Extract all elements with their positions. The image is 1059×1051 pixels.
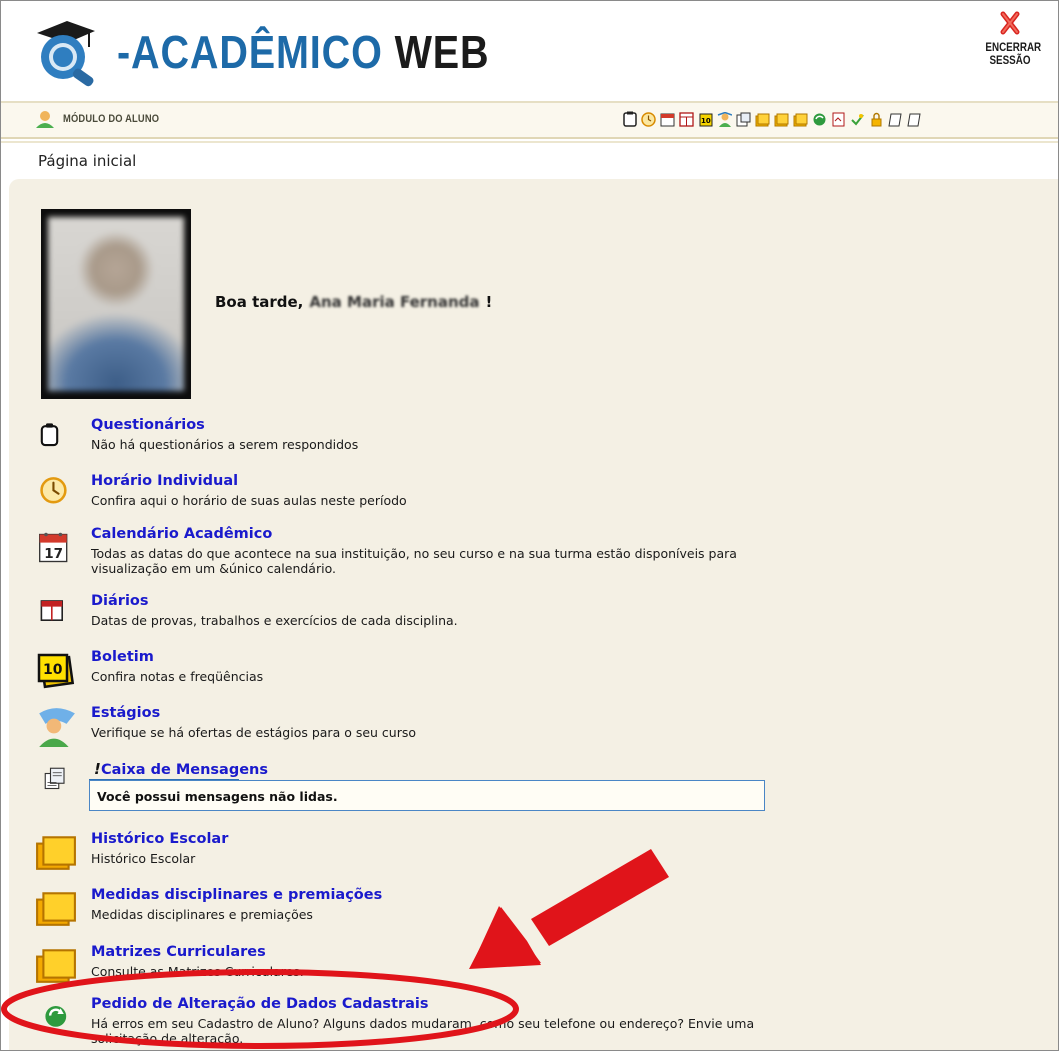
toolbar-calendar-icon[interactable] [660, 110, 675, 128]
toolbar-folder-icon[interactable] [774, 110, 789, 128]
calendar-day: 17 [44, 546, 63, 562]
clipboard-icon [40, 423, 59, 447]
toolbar-checkmark-icon[interactable] [850, 110, 865, 128]
menu-desc-pedido-alteracao: Há erros em seu Cadastro de Aluno? Algun… [91, 1016, 755, 1046]
menu-link-calendario[interactable]: Calendário Acadêmico [91, 526, 272, 542]
toolbar-report-icon[interactable] [831, 110, 846, 128]
menu-desc-horario: Confira aqui o horário de suas aulas nes… [91, 493, 407, 508]
divider [1, 141, 1058, 143]
unread-alert-icon: ! [94, 760, 101, 778]
menu-desc-questionarios: Não há questionários a serem respondidos [91, 437, 359, 452]
menu-link-boletim[interactable]: Boletim [91, 649, 154, 665]
menu-desc-medidas: Medidas disciplinares e premiações [91, 907, 313, 922]
unread-messages-notice[interactable]: Você possui mensagens não lidas. [89, 780, 765, 811]
quick-toolbar: 10 [622, 110, 922, 128]
logout-label: ENCERRAR SESSÃO [985, 40, 1042, 67]
folder-icon [36, 892, 76, 926]
folder-icon [36, 949, 76, 983]
diary-icon [40, 600, 63, 621]
greeting-prefix: Boa tarde, [215, 293, 304, 311]
student-photo [41, 209, 191, 399]
toolbar-refresh-icon[interactable] [812, 110, 827, 128]
svg-text:10: 10 [701, 117, 711, 125]
menu-desc-matrizes: Consulte as Matrizes Curriculares. [91, 964, 304, 979]
toolbar-folder-icon[interactable] [755, 110, 770, 128]
toolbar-document-icon[interactable] [888, 110, 903, 128]
menu-link-medidas[interactable]: Medidas disciplinares e premiações [91, 887, 382, 903]
menu-desc-calendario: Todas as datas do que acontece na sua in… [91, 546, 737, 576]
toolbar-clock-icon[interactable] [641, 110, 656, 128]
menu-link-questionarios[interactable]: Questionários [91, 417, 205, 433]
menu-link-estagios[interactable]: Estágios [91, 705, 160, 721]
menu-desc-boletim: Confira notas e freqüências [91, 669, 264, 684]
menu-link-pedido-alteracao[interactable]: Pedido de Alteração de Dados Cadastrais [91, 996, 429, 1012]
app-window: -ACADÊMICO WEB ENCERRAR SESSÃO MÓDULO DO… [0, 0, 1059, 1051]
student-user-icon [34, 109, 56, 133]
menu-link-mensagens[interactable]: Caixa de Mensagens [101, 762, 268, 778]
folder-icon [36, 836, 76, 870]
menu-link-horario[interactable]: Horário Individual [91, 473, 238, 489]
menu-link-diarios[interactable]: Diários [91, 593, 149, 609]
menu-desc-historico: Histórico Escolar [91, 851, 196, 866]
unread-messages-text: Você possui mensagens não lidas. [97, 789, 338, 804]
student-name: Ana Maria Fernanda [309, 293, 480, 311]
clock-icon [40, 477, 67, 504]
breadcrumb: Página inicial [38, 152, 137, 170]
logo-text: -ACADÊMICO WEB [117, 26, 490, 78]
menu-link-historico[interactable]: Histórico Escolar [91, 831, 228, 847]
toolbar-messages-icon[interactable] [736, 110, 751, 128]
toolbar-lock-icon[interactable] [869, 110, 884, 128]
toolbar-diary-icon[interactable] [679, 110, 694, 128]
module-label: MÓDULO DO ALUNO [63, 113, 160, 125]
greeting-suffix: ! [485, 293, 493, 311]
logout-button[interactable]: ENCERRAR SESSÃO [980, 11, 1042, 67]
menu-link-matrizes[interactable]: Matrizes Curriculares [91, 944, 266, 960]
graduate-mascot-icon [37, 21, 95, 87]
calendar-icon: 17 [39, 532, 68, 563]
toolbar-internship-icon[interactable] [717, 110, 732, 128]
menu-desc-estagios: Verifique se há ofertas de estágios para… [91, 725, 417, 740]
greeting: Boa tarde, Ana Maria Fernanda! [215, 293, 492, 311]
toolbar-clipboard-icon[interactable] [622, 110, 637, 128]
toolbar-grade-icon[interactable]: 10 [698, 110, 713, 128]
header: -ACADÊMICO WEB ENCERRAR SESSÃO [1, 1, 1058, 101]
messages-icon [44, 767, 65, 790]
grade-number: 10 [43, 662, 63, 678]
close-x-icon [1000, 11, 1020, 35]
toolbar-folder-icon[interactable] [793, 110, 808, 128]
academico-web-logo[interactable]: -ACADÊMICO WEB [29, 11, 489, 87]
grade-icon: 10 [37, 653, 75, 689]
refresh-icon [45, 1006, 67, 1027]
toolbar-document-icon[interactable] [907, 110, 922, 128]
module-bar: MÓDULO DO ALUNO 10 [1, 101, 1058, 139]
menu-desc-diarios: Datas de provas, trabalhos e exercícios … [91, 613, 458, 628]
internship-icon [39, 708, 75, 747]
